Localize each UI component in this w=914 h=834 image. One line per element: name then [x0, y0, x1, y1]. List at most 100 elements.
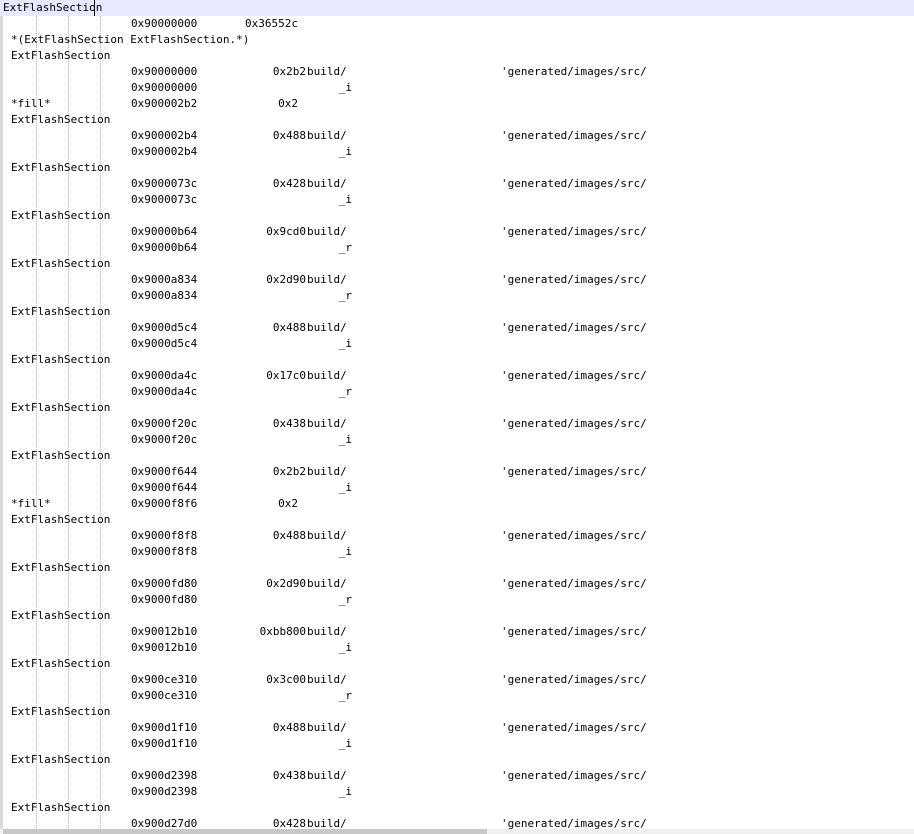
editor-line[interactable]: 0x9000f8f8 _i [0, 544, 914, 560]
line-addr: 0x900d2398 [131, 785, 198, 798]
line-addr: 0x9000073c [131, 177, 198, 190]
editor-line[interactable]: 0x9000f8f8 0x488 build/ 'generated/images/s… [0, 528, 914, 544]
line-file: build/ [307, 129, 347, 142]
editor-line[interactable]: ExtFlashSection [0, 48, 914, 64]
line-addr: 0x900002b2 [131, 97, 198, 110]
line-addr: 0x90000000 [131, 17, 198, 30]
line-name: ExtFlashSection [11, 257, 111, 270]
editor-line[interactable]: 0x9000a834 0x2d90 build/ 'generated/images/… [0, 272, 914, 288]
editor-line[interactable]: ExtFlashSection [0, 0, 914, 16]
editor-line[interactable]: ExtFlashSection [0, 208, 914, 224]
editor-line[interactable]: 0x9000da4c 0x17c0 build/ 'generated/images/… [0, 368, 914, 384]
line-sym: _r [338, 689, 352, 702]
editor-line[interactable]: 0x9000fd80 _r [0, 592, 914, 608]
editor-line[interactable]: 0x90000b64 0x9cd0 build/ 'generated/images/… [0, 224, 914, 240]
line-addr: 0x90000000 [131, 65, 198, 78]
line-size: 0x2b2 [272, 465, 306, 478]
line-addr: 0x9000f8f8 [131, 529, 198, 542]
editor-line[interactable]: ExtFlashSection [0, 304, 914, 320]
line-addr: 0x9000d5c4 [131, 321, 198, 334]
editor-line[interactable]: 0x900d2398 0x438 build/ 'generated/images/s… [0, 768, 914, 784]
line-name: ExtFlashSection [11, 561, 111, 574]
editor-line[interactable]: 0x900d1f10 0x488 build/ 'generated/images/s… [0, 720, 914, 736]
editor-line[interactable]: ExtFlashSection [0, 400, 914, 416]
line-addr: 0x9000073c [131, 193, 198, 206]
editor-line[interactable]: 0x90000b64 _r [0, 240, 914, 256]
editor-line[interactable]: 0x9000f20c 0x438 build/ 'generated/images/s… [0, 416, 914, 432]
editor-line[interactable]: 0x90000000 0x2b2 build/ 'generated/images/s… [0, 64, 914, 80]
editor-line[interactable]: 0x9000fd80 0x2d90 build/ 'generated/images/… [0, 576, 914, 592]
editor-line[interactable]: 0x900ce310 _r [0, 688, 914, 704]
editor-line[interactable]: ExtFlashSection [0, 608, 914, 624]
editor-line[interactable]: ExtFlashSection [0, 448, 914, 464]
editor-line[interactable]: ExtFlashSection [0, 560, 914, 576]
line-file: build/ [307, 225, 347, 238]
editor-line[interactable]: 0x9000da4c _r [0, 384, 914, 400]
line-file: build/ [307, 369, 347, 382]
editor-line[interactable]: 0x9000d5c4 _i [0, 336, 914, 352]
editor-line[interactable]: 0x9000d5c4 0x488 build/ 'generated/images/s… [0, 320, 914, 336]
line-name: *fill* [11, 497, 51, 510]
text-editor[interactable]: ExtFlashSection 0x90000000 0x36552c *(ExtFl… [0, 0, 914, 834]
editor-line[interactable]: 0x900002b4 _i [0, 144, 914, 160]
line-name: ExtFlashSection [11, 801, 111, 814]
line-src: 'generated/images/src/ [501, 721, 647, 734]
line-src: 'generated/images/src/ [501, 673, 647, 686]
editor-line[interactable]: 0x9000f644 0x2b2 build/ 'generated/images/s… [0, 464, 914, 480]
line-addr: 0x9000f644 [131, 465, 198, 478]
scrollbar-thumb[interactable] [3, 829, 487, 834]
line-file: build/ [307, 321, 347, 334]
editor-line[interactable]: ExtFlashSection [0, 800, 914, 816]
editor-line[interactable]: 0x9000f20c _i [0, 432, 914, 448]
line-size: 0x488 [272, 321, 306, 334]
line-name: ExtFlashSection [11, 449, 111, 462]
editor-line[interactable]: 0x90012b10 _i [0, 640, 914, 656]
editor-line[interactable]: ExtFlashSection [0, 256, 914, 272]
editor-line[interactable]: 0x90000000 _i [0, 80, 914, 96]
editor-line[interactable]: 0x900ce310 0x3c00 build/ 'generated/images/… [0, 672, 914, 688]
line-file: build/ [307, 65, 347, 78]
editor-line[interactable]: 0x9000073c 0x428 build/ 'generated/images/s… [0, 176, 914, 192]
editor-line[interactable]: 0x9000073c _i [0, 192, 914, 208]
editor-line[interactable]: ExtFlashSection [0, 752, 914, 768]
line-sym: _i [338, 737, 352, 750]
editor-line[interactable]: *(ExtFlashSection ExtFlashSection.*) [0, 32, 914, 48]
line-sym: _i [338, 145, 352, 158]
line-file: build/ [307, 625, 347, 638]
line-size: 0x9cd0 [266, 225, 306, 238]
line-size: 0x3c00 [266, 673, 306, 686]
line-addr: 0x9000f8f8 [131, 545, 198, 558]
line-sym: _r [338, 289, 352, 302]
editor-line[interactable]: ExtFlashSection [0, 512, 914, 528]
line-file: build/ [307, 465, 347, 478]
line-name: ExtFlashSection [11, 113, 111, 126]
line-size: 0x2d90 [266, 577, 306, 590]
line-name: ExtFlashSection [11, 753, 111, 766]
editor-line[interactable]: 0x900002b4 0x488 build/ 'generated/images/s… [0, 128, 914, 144]
editor-line[interactable]: ExtFlashSection [0, 112, 914, 128]
editor-line[interactable]: *fill* 0x900002b2 0x2 [0, 96, 914, 112]
editor-line[interactable]: 0x90000000 0x36552c [0, 16, 914, 32]
editor-line[interactable]: ExtFlashSection [0, 656, 914, 672]
line-sym: _r [338, 385, 352, 398]
line-addr: 0x9000da4c [131, 385, 198, 398]
line-name: ExtFlashSection [11, 609, 111, 622]
editor-line[interactable]: ExtFlashSection [0, 704, 914, 720]
line-src: 'generated/images/src/ [501, 177, 647, 190]
line-addr: 0x9000f20c [131, 433, 198, 446]
editor-line[interactable]: 0x900d1f10 _i [0, 736, 914, 752]
line-addr: 0x9000da4c [131, 369, 198, 382]
horizontal-scrollbar[interactable] [0, 829, 914, 834]
editor-line[interactable]: 0x9000a834 _r [0, 288, 914, 304]
editor-line[interactable]: 0x90012b10 0xbb800 build/ 'generated/images… [0, 624, 914, 640]
line-size: 0x428 [272, 177, 306, 190]
line-addr: 0x900002b4 [131, 129, 198, 142]
editor-line[interactable]: 0x900d2398 _i [0, 784, 914, 800]
editor-line[interactable]: ExtFlashSection [0, 352, 914, 368]
text-caret [94, 0, 95, 16]
editor-line[interactable]: 0x9000f644 _i [0, 480, 914, 496]
editor-line[interactable]: ExtFlashSection [0, 160, 914, 176]
line-addr: 0x9000a834 [131, 273, 198, 286]
line-size: 0x438 [272, 769, 306, 782]
editor-line[interactable]: *fill* 0x9000f8f6 0x2 [0, 496, 914, 512]
